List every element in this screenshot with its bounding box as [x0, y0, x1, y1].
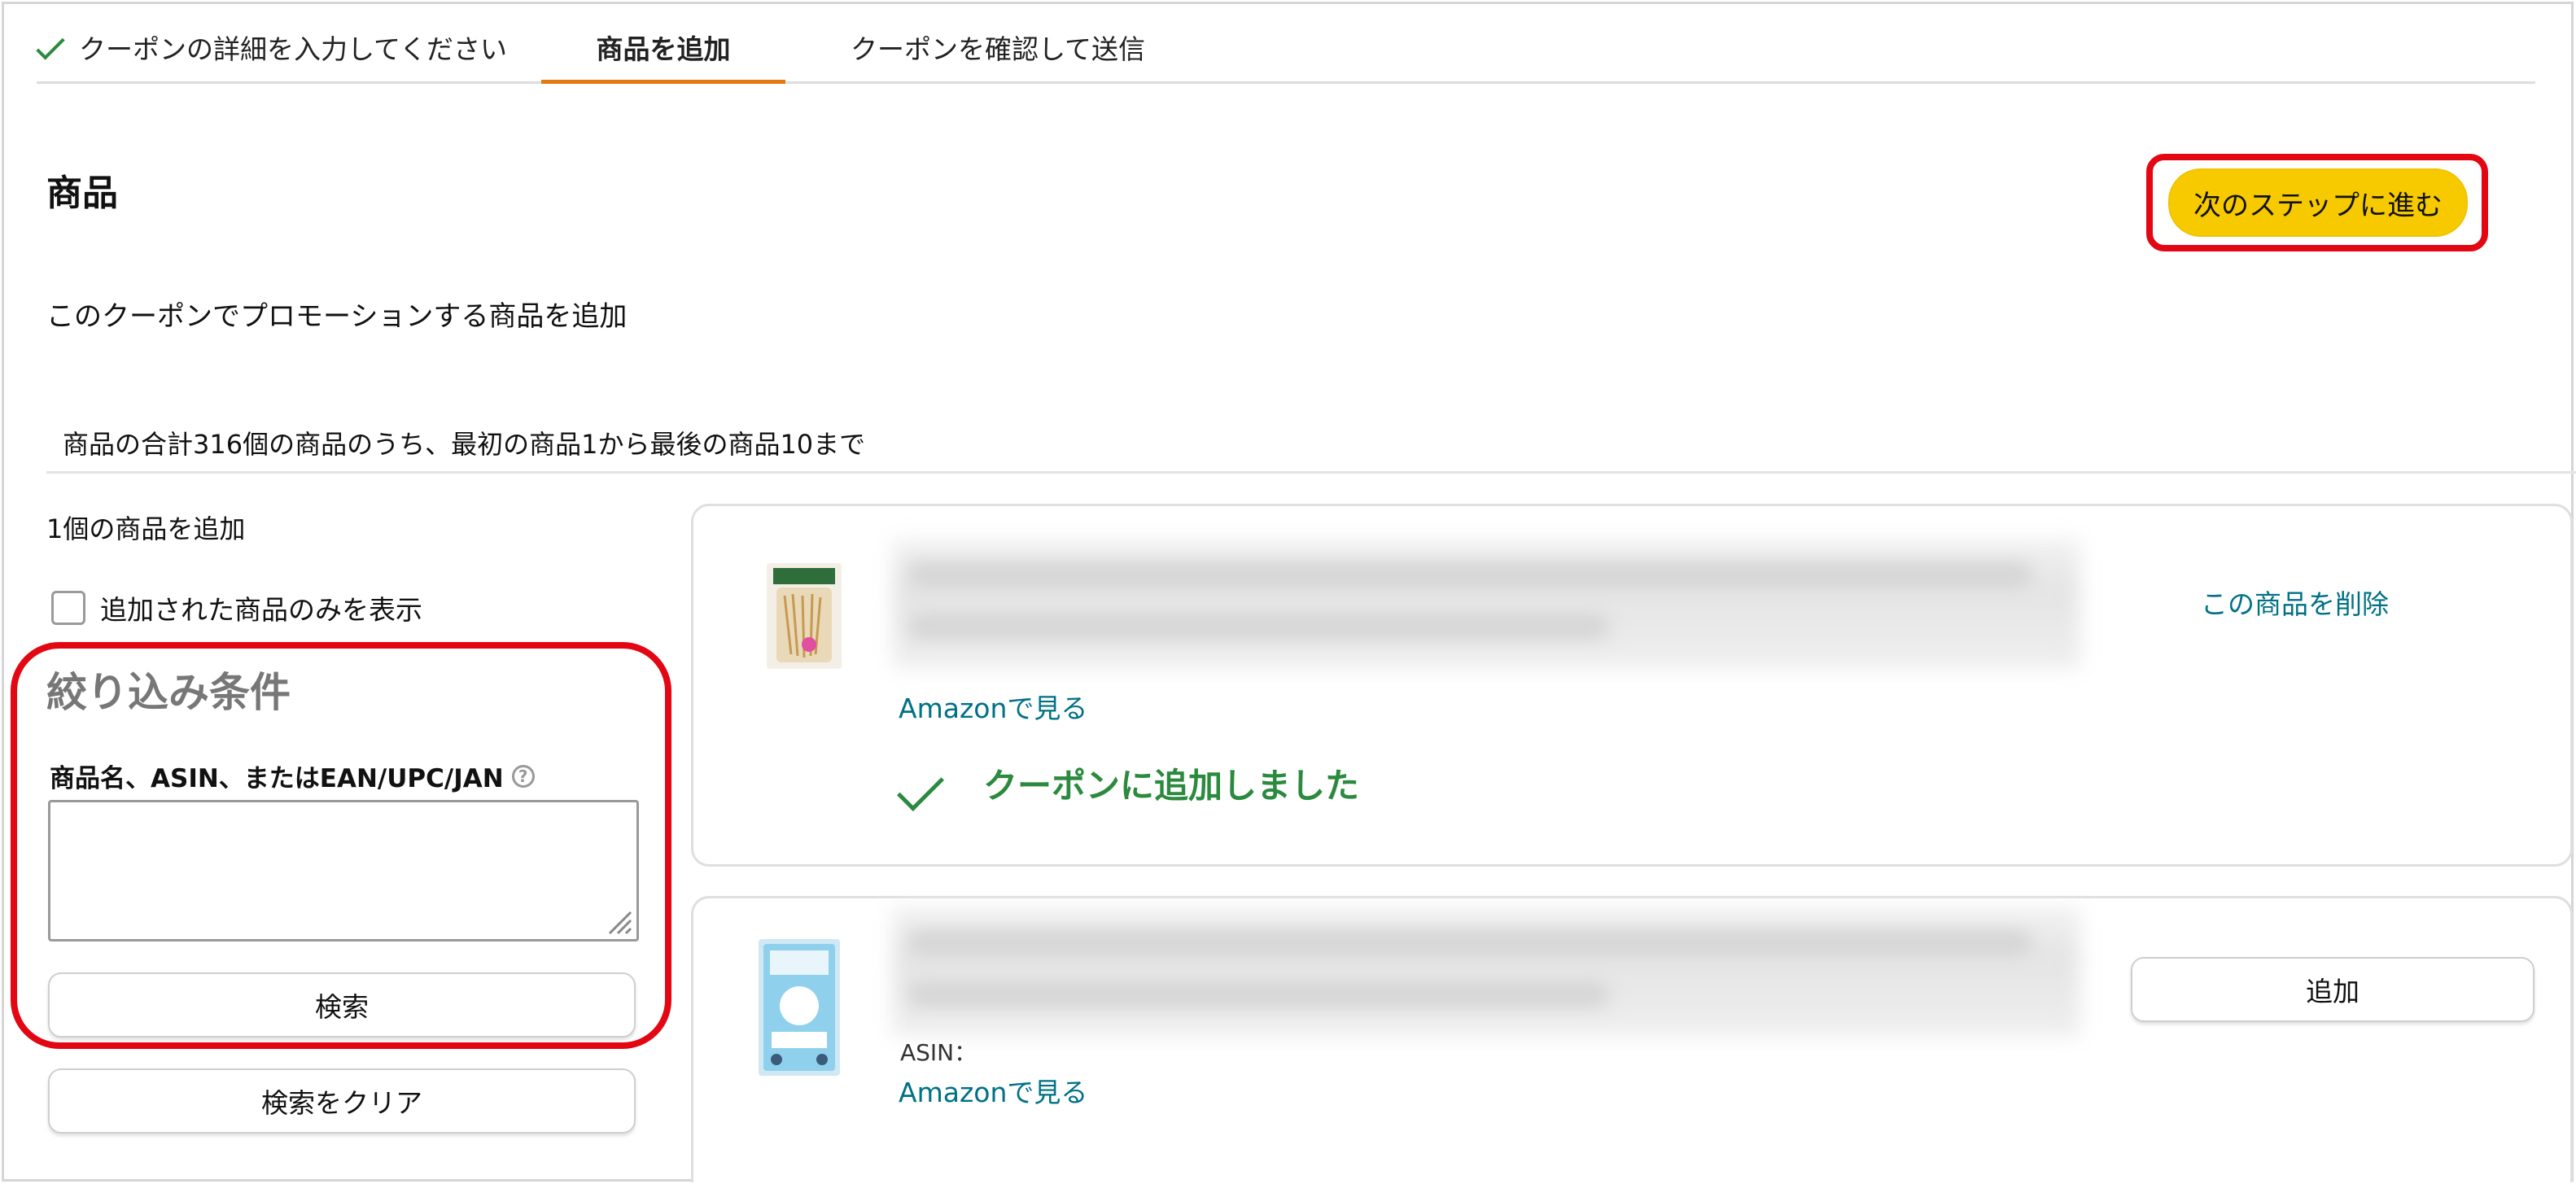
add-product-button[interactable]: 追加 — [2131, 957, 2534, 1022]
added-count-text: 1個の商品を追加 — [46, 513, 246, 544]
tab-add-products[interactable]: 商品を追加 — [541, 27, 785, 84]
product-search-input[interactable] — [48, 800, 639, 942]
clear-search-button[interactable]: 検索をクリア — [48, 1068, 636, 1134]
remove-product-link[interactable]: この商品を削除 — [2201, 583, 2389, 622]
page-subtitle: このクーポンでプロモーションする商品を追加 — [46, 300, 628, 333]
added-status: クーポンに追加しました — [897, 758, 1360, 811]
page-frame: クーポンの詳細を入力してください 商品を追加 クーポンを確認して送信 商品 次の… — [2, 2, 2576, 1182]
next-step-button[interactable]: 次のステップに進む — [2168, 168, 2468, 237]
product-title-redacted — [892, 539, 2080, 669]
pagination-summary: 商品の合計316個の商品のうち、最初の商品1から最後の商品10まで — [63, 429, 866, 460]
added-status-text: クーポンに追加しました — [983, 766, 1360, 806]
product-thumbnail — [767, 563, 842, 669]
check-icon — [36, 31, 65, 60]
product-title-redacted — [892, 907, 2080, 1037]
tab-review-submit[interactable]: クーポンを確認して送信 — [851, 27, 1145, 84]
filter-title: 絞り込み条件 — [46, 669, 291, 716]
view-on-amazon-link[interactable]: Amazonで見る — [899, 1071, 1087, 1110]
check-icon — [897, 763, 944, 811]
show-added-only-toggle[interactable]: 追加された商品のみを表示 — [51, 588, 422, 627]
filter-field-label: 商品名、ASIN、またはEAN/UPC/JAN ? — [50, 758, 535, 794]
show-added-only-label: 追加された商品のみを表示 — [100, 594, 422, 626]
page-title: 商品 — [46, 173, 118, 214]
divider — [46, 471, 2576, 474]
search-button[interactable]: 検索 — [48, 972, 636, 1038]
tab-coupon-details[interactable]: クーポンの詳細を入力してください — [36, 27, 508, 84]
step-tabs: クーポンの詳細を入力してください 商品を追加 クーポンを確認して送信 — [36, 27, 2535, 84]
show-added-only-checkbox[interactable] — [51, 591, 85, 625]
resize-grip-icon[interactable] — [603, 906, 632, 935]
product-thumbnail — [759, 939, 840, 1076]
product-card: この商品を削除 Amazonで見る クーポンに追加しました — [691, 504, 2573, 867]
tab-coupon-details-label: クーポンの詳細を入力してください — [79, 33, 508, 65]
filter-field-label-text: 商品名、ASIN、またはEAN/UPC/JAN — [50, 764, 504, 793]
product-card: 追加 ASIN： Amazonで見る — [691, 896, 2573, 1182]
view-on-amazon-link[interactable]: Amazonで見る — [899, 687, 1087, 726]
asin-label: ASIN： — [900, 1039, 977, 1066]
help-icon[interactable]: ? — [511, 764, 535, 788]
